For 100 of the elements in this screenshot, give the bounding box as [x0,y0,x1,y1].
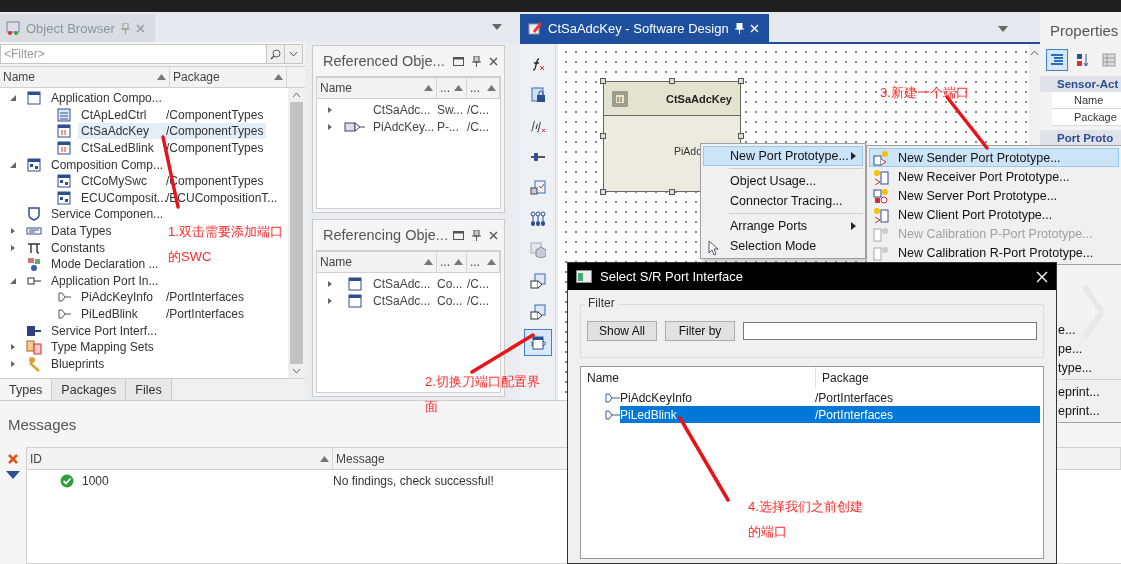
menu-item[interactable]: Selection Mode [703,236,863,256]
column-header[interactable]: ... [467,252,500,272]
scroll-down-icon [292,368,301,374]
filter-icon[interactable] [6,471,20,479]
menu-item[interactable]: New Port Prototype... [703,146,863,166]
tab[interactable]: Types [0,379,53,400]
resize-handle[interactable] [600,133,606,139]
menu-item[interactable]: eprint... [1058,401,1121,420]
pin-icon[interactable] [472,229,481,241]
menu-item[interactable]: pe... [1058,339,1121,358]
tab[interactable]: Files [126,379,172,400]
port-document-icon [529,303,546,320]
sort-arrow-icon [320,455,329,462]
column-header[interactable]: Name [317,252,437,272]
blueprint-icon [26,355,42,372]
mapping-icon [26,339,42,356]
menu-item[interactable]: New Receiver Port Prototype... [869,167,1119,186]
table-icon [1102,53,1116,67]
close-icon[interactable] [489,230,498,240]
categorized-button[interactable] [1046,49,1068,71]
menu-item[interactable]: New Calibration R-Port Prototype... [869,243,1119,262]
tree-item[interactable]: Mode Declaration ... [48,256,162,273]
port-icon [605,409,620,420]
column-header[interactable]: Name [581,367,816,389]
dropdown-caret-icon[interactable] [492,24,502,30]
resize-handle[interactable] [600,189,606,195]
column-header[interactable]: ... [437,78,467,98]
panel-title: Messages [8,415,77,433]
tree-item[interactable]: Constants [48,239,109,256]
list-row[interactable]: PiAdcKeyInfo /PortInterfaces [620,389,1040,406]
mode-icon [26,256,42,273]
menu-item[interactable]: eprint... [1058,382,1121,401]
column-header[interactable]: ID [27,448,333,469]
clear-icon[interactable] [7,453,19,465]
cube-icon [529,241,546,258]
filter-field[interactable] [743,322,1037,340]
tree-item[interactable]: CtSaLedBlink /ComponentTypes [78,140,267,157]
tree-item[interactable]: Data Types [48,223,115,240]
tree-item[interactable]: PiAdcKeyInfo /PortInterfaces [78,289,248,306]
sort-arrow-icon [454,259,463,265]
component-icon [56,140,72,157]
menu-item[interactable]: Arrange Ports [703,216,863,236]
tool-button[interactable] [523,329,552,356]
tree-item[interactable]: Blueprints [48,355,108,372]
resize-handle[interactable] [600,78,606,84]
expanded-arrow-icon[interactable] [9,276,17,285]
tree-item[interactable]: CtSaAdcKey /ComponentTypes [78,123,267,140]
tree-item[interactable]: Type Mapping Sets [48,339,157,356]
expanded-arrow-icon[interactable] [9,94,17,103]
tree-item[interactable]: CtApLedCtrl /ComponentTypes [78,106,267,123]
tree-item[interactable]: Application Port In... [48,272,162,289]
dropdown-caret-icon[interactable] [998,26,1008,32]
sort-icon [1076,53,1090,67]
resize-handle[interactable] [738,78,744,84]
resize-handle[interactable] [669,78,675,84]
menu-item[interactable]: New Sender Port Prototype... [869,148,1119,167]
close-icon[interactable] [489,56,498,66]
list-row[interactable]: PiLedBlink /PortInterfaces [620,406,1040,423]
tree-item[interactable]: PiLedBlink /PortInterfaces [78,306,248,322]
table-cell-text: Co... [437,293,464,308]
sort-arrow-icon [487,85,496,91]
menu-item[interactable]: type... [1058,358,1121,377]
column-header[interactable]: ... [437,252,467,272]
resize-handle[interactable] [669,189,675,195]
port-icon [605,392,620,403]
port-label: PiAdc [674,145,702,157]
filter-button[interactable]: Show All [587,321,657,341]
table-cell-text: PiAdcKey... [373,119,436,134]
tree-item[interactable]: Service Componen... [48,206,167,223]
column-header[interactable]: Name [0,67,170,87]
port-icon [344,120,366,133]
scrollbar[interactable] [288,88,305,378]
table-cell-text: Co... [437,276,464,291]
menu-item[interactable]: Connector Tracing... [703,191,863,211]
expanded-arrow-icon[interactable] [9,160,17,169]
tree-item[interactable]: Application Compo... [48,90,165,107]
filter-field[interactable]: <Filter> [0,44,267,64]
tree-item[interactable]: Composition Comp... [48,156,167,173]
resize-handle[interactable] [738,133,744,139]
maximize-icon[interactable] [453,230,464,240]
annotation-text: 1.双击需要添加端口的SWC [168,223,284,266]
column-header[interactable]: Name [317,78,437,98]
column-header[interactable]: Package [170,67,287,87]
property-name: Package [1052,109,1121,126]
window-icon [347,275,363,292]
tab[interactable]: Packages [52,379,127,400]
tree-item[interactable]: Service Port Interf... [48,322,161,339]
panel-title: Referencing Obje... [323,227,448,243]
maximize-icon[interactable] [453,56,464,66]
menu-item[interactable]: e... [1058,320,1121,339]
edit-document-icon [528,21,542,35]
menu-item[interactable]: New Client Port Prototype... [869,205,1119,224]
menu-item[interactable]: New Server Port Prototype... [869,186,1119,205]
pin-icon[interactable] [472,55,481,67]
filter-button[interactable]: Filter by [665,321,735,341]
column-header[interactable]: ... [467,78,500,98]
table-cell-text: P-... [437,119,460,134]
search-button[interactable] [267,44,285,64]
port-prototype-icon [873,244,889,261]
column-header[interactable]: Package [816,367,1043,389]
